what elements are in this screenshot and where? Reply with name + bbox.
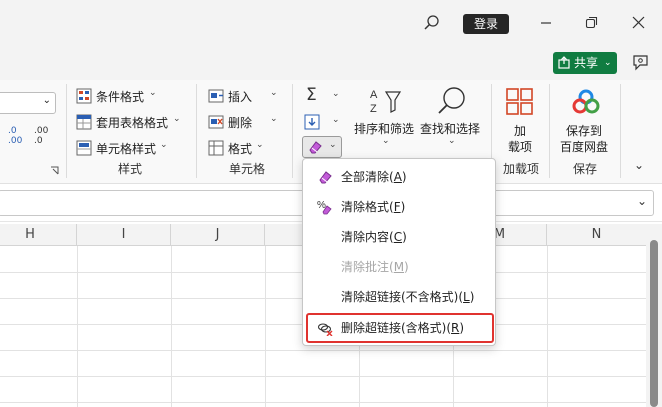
- cells-group-label: 单元格: [228, 162, 265, 176]
- expand-formula-icon[interactable]: ⌄: [637, 194, 647, 208]
- menu-item-label: 全部清除(A): [341, 170, 407, 184]
- styles-group-label: 样式: [117, 162, 142, 176]
- scrollbar-thumb[interactable]: [650, 240, 658, 407]
- format-cells-icon: [208, 140, 224, 156]
- sort-filter-label: 排序和筛选: [354, 122, 415, 136]
- column-header[interactable]: N: [547, 224, 646, 246]
- menu-item-label: 清除超链接(不含格式)(L): [341, 290, 475, 304]
- title-bar: 登录: [0, 0, 662, 46]
- save-group-label: 保存: [572, 162, 597, 176]
- chevron-down-icon: ⌄: [448, 136, 456, 146]
- share-button[interactable]: 共享 ⌄: [553, 52, 617, 74]
- clear-format-icon: %: [317, 200, 332, 215]
- chevron-down-icon: ⌄: [256, 140, 264, 150]
- search-icon[interactable]: [424, 15, 440, 31]
- addins-grid-icon: [506, 88, 533, 115]
- column-header[interactable]: H: [0, 224, 77, 246]
- increase-decimal-label: .00: [8, 136, 23, 146]
- chevron-down-icon: ⌄: [160, 140, 168, 150]
- increase-decimal-small: .0: [8, 126, 17, 136]
- delete-cells-icon: [208, 115, 224, 129]
- chevron-down-icon: ⌄: [270, 88, 278, 98]
- menu-item-clear-hyperlinks[interactable]: 清除超链接(不含格式)(L): [307, 283, 493, 311]
- chevron-down-icon: ⌄: [270, 114, 278, 124]
- dialog-launcher-icon[interactable]: [50, 166, 59, 175]
- number-format-select[interactable]: ⌄: [0, 92, 56, 114]
- minimize-icon[interactable]: [540, 17, 552, 29]
- menu-item-clear-all[interactable]: 全部清除(A): [307, 163, 493, 191]
- chevron-down-icon: ⌄: [173, 114, 181, 124]
- share-icon: [558, 56, 570, 69]
- menu-item-label: 删除超链接(含格式)(R): [341, 321, 465, 335]
- chevron-down-icon: ⌄: [332, 89, 340, 99]
- conditional-format-icon: [76, 88, 92, 104]
- addins-button[interactable]: 加 载项: [500, 84, 542, 156]
- delete-label: 删除: [228, 116, 253, 130]
- decrease-decimal-label: .00: [34, 126, 49, 136]
- find-select-button[interactable]: 查找和选择 ⌄: [420, 84, 484, 156]
- column-header[interactable]: I: [77, 224, 171, 246]
- decrease-decimal-button[interactable]: .00 .0: [34, 126, 48, 146]
- chevron-down-icon: ⌄: [382, 136, 390, 146]
- increase-decimal-button[interactable]: .0 .00: [8, 126, 22, 146]
- menu-item-label: 清除格式(F): [341, 200, 406, 214]
- menu-item-clear-formats[interactable]: % 清除格式(F): [307, 193, 493, 221]
- ribbon-tab-bar: 共享 ⌄: [0, 46, 662, 80]
- save-label-line1: 保存到: [566, 124, 603, 138]
- menu-item-clear-contents[interactable]: 清除内容(C): [307, 223, 493, 251]
- comment-icon[interactable]: [632, 54, 650, 72]
- chevron-down-icon: ⌄: [329, 140, 337, 150]
- format-label: 格式: [228, 142, 253, 156]
- eraser-icon: [309, 141, 322, 154]
- menu-item-label: 清除内容(C): [341, 230, 407, 244]
- sort-filter-icon: A Z: [370, 89, 402, 115]
- conditional-format-label: 条件格式: [96, 90, 145, 104]
- share-label: 共享: [574, 56, 599, 70]
- menu-item-label: 清除批注(M): [341, 260, 409, 274]
- find-select-label: 查找和选择: [420, 122, 481, 136]
- cell-style-label: 单元格样式: [96, 142, 157, 156]
- menu-item-clear-comments[interactable]: 清除批注(M): [307, 253, 493, 281]
- insert-cells-icon: [208, 89, 224, 103]
- addins-label-line1: 加: [514, 124, 527, 138]
- cell-style-icon: [76, 140, 92, 156]
- collapse-ribbon-icon[interactable]: ⌄: [634, 158, 644, 172]
- column-header[interactable]: J: [171, 224, 265, 246]
- fill-button[interactable]: ⌄: [304, 112, 344, 132]
- save-label-line2: 百度网盘: [560, 140, 609, 154]
- addins-label-line2: 载项: [508, 140, 533, 154]
- fill-down-icon: [304, 114, 320, 130]
- magnifier-icon: [438, 87, 465, 114]
- svg-text:Z: Z: [370, 103, 377, 115]
- chevron-down-icon: ⌄: [42, 95, 51, 106]
- clear-button[interactable]: ⌄: [302, 136, 342, 158]
- decrease-decimal-small: .0: [34, 136, 43, 146]
- restore-icon[interactable]: [585, 16, 598, 29]
- svg-text:A: A: [370, 89, 378, 101]
- table-format-icon: [76, 114, 92, 130]
- eraser-icon: [319, 171, 332, 184]
- chevron-down-icon: ⌄: [149, 88, 157, 98]
- chevron-down-icon: ⌄: [332, 115, 340, 125]
- sort-filter-button[interactable]: A Z 排序和筛选 ⌄: [354, 84, 416, 156]
- remove-hyperlink-icon: [317, 323, 333, 336]
- autosum-button[interactable]: Σ ⌄: [304, 85, 344, 106]
- insert-label: 插入: [228, 90, 253, 104]
- sigma-icon: Σ: [306, 85, 317, 105]
- baidu-netdisk-icon: [572, 89, 600, 114]
- login-button[interactable]: 登录: [463, 14, 509, 34]
- menu-item-remove-hyperlinks[interactable]: 删除超链接(含格式)(R): [306, 313, 494, 343]
- chevron-down-icon: ⌄: [604, 58, 612, 68]
- save-to-baidu-button[interactable]: 保存到 百度网盘: [558, 84, 614, 156]
- close-icon[interactable]: [632, 16, 645, 29]
- addins-group-label: 加载项: [502, 162, 539, 176]
- clear-dropdown-menu: 全部清除(A) % 清除格式(F) 清除内容(C) 清除批注(M) 清除超链接(…: [302, 158, 496, 346]
- table-format-label: 套用表格格式: [96, 116, 169, 130]
